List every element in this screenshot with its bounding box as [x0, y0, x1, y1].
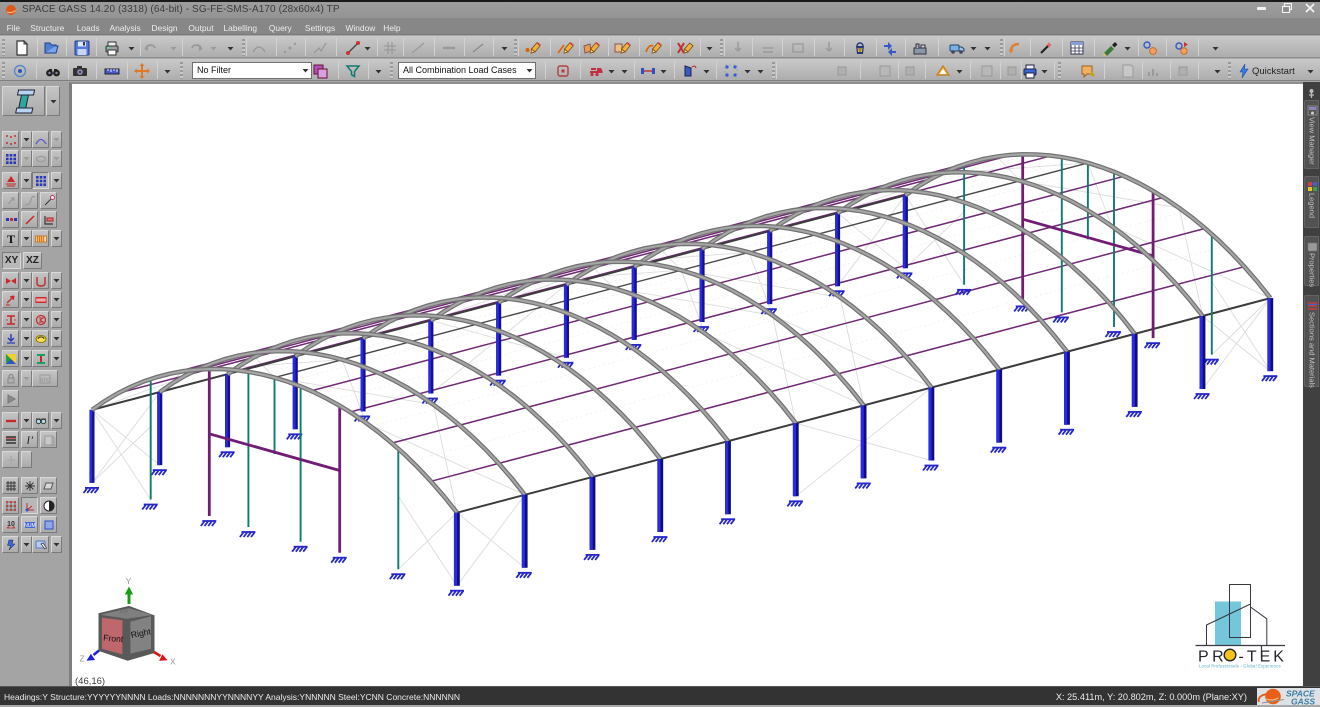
svg-text:T: T	[6, 233, 14, 245]
svg-text:X: X	[170, 657, 176, 667]
svg-text:Local Professionals - Globa: Local Professionals - Global Experience	[1199, 664, 1282, 669]
svg-text:Z: Z	[80, 654, 85, 664]
svg-text:abc: abc	[40, 377, 50, 383]
svg-text:GASS: GASS	[1291, 697, 1315, 706]
svg-text:(46,16): (46,16)	[75, 676, 105, 686]
svg-text:NUM: NUM	[24, 523, 35, 529]
svg-text:Y: Y	[126, 576, 132, 586]
svg-text:I’: I’	[25, 435, 33, 446]
svg-text:Front: Front	[103, 633, 124, 645]
